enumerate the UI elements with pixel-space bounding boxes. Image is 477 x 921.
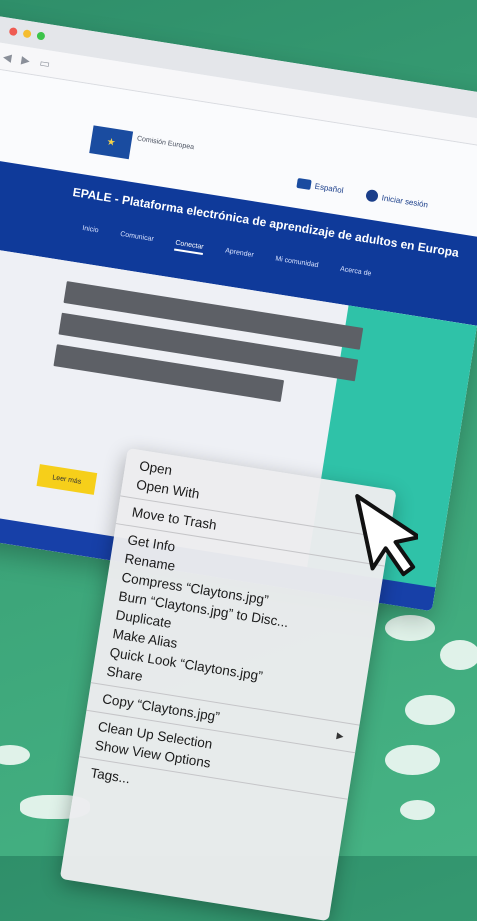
menu-item-mi-comunidad[interactable]: Mi comunidad bbox=[274, 255, 319, 273]
menu-item-acerca-de[interactable]: Acerca de bbox=[339, 266, 372, 282]
close-window-button[interactable] bbox=[8, 27, 18, 37]
footprint-blob bbox=[385, 615, 435, 641]
zoom-window-button[interactable] bbox=[36, 31, 46, 41]
footprint-blob bbox=[440, 640, 477, 670]
eu-label: Comisión Europea bbox=[136, 135, 195, 152]
login-link[interactable]: Iniciar sesión bbox=[365, 188, 429, 211]
menu-item-comunicar[interactable]: Comunicar bbox=[119, 231, 155, 247]
menu-item-conectar[interactable]: Conectar bbox=[174, 239, 204, 255]
footprint-blob bbox=[405, 695, 455, 725]
user-icon bbox=[365, 188, 379, 203]
sidebar-icon[interactable]: ▭ bbox=[39, 56, 51, 70]
eu-flag-logo[interactable]: ★ bbox=[89, 125, 134, 160]
submenu-arrow-icon: ▶ bbox=[335, 730, 345, 742]
back-arrow-icon[interactable]: ◀ bbox=[2, 50, 12, 64]
menu-item-inicio[interactable]: Inicio bbox=[81, 225, 99, 238]
forward-arrow-icon[interactable]: ▶ bbox=[21, 53, 31, 67]
login-label: Iniciar sesión bbox=[381, 192, 429, 210]
language-label: Español bbox=[314, 181, 345, 195]
mouse-pointer-icon bbox=[355, 494, 418, 577]
language-icon bbox=[296, 177, 312, 190]
footprint-blob bbox=[0, 745, 30, 765]
context-menu-item-label: Tags... bbox=[89, 765, 132, 787]
read-more-button[interactable]: Leer más bbox=[36, 464, 98, 495]
menu-item-aprender[interactable]: Aprender bbox=[224, 247, 255, 262]
footprint-blob bbox=[400, 800, 435, 820]
language-selector[interactable]: Español bbox=[296, 177, 345, 195]
minimize-window-button[interactable] bbox=[22, 29, 32, 39]
footprint-blob bbox=[385, 745, 440, 775]
context-menu-item-label: Share bbox=[105, 663, 144, 684]
